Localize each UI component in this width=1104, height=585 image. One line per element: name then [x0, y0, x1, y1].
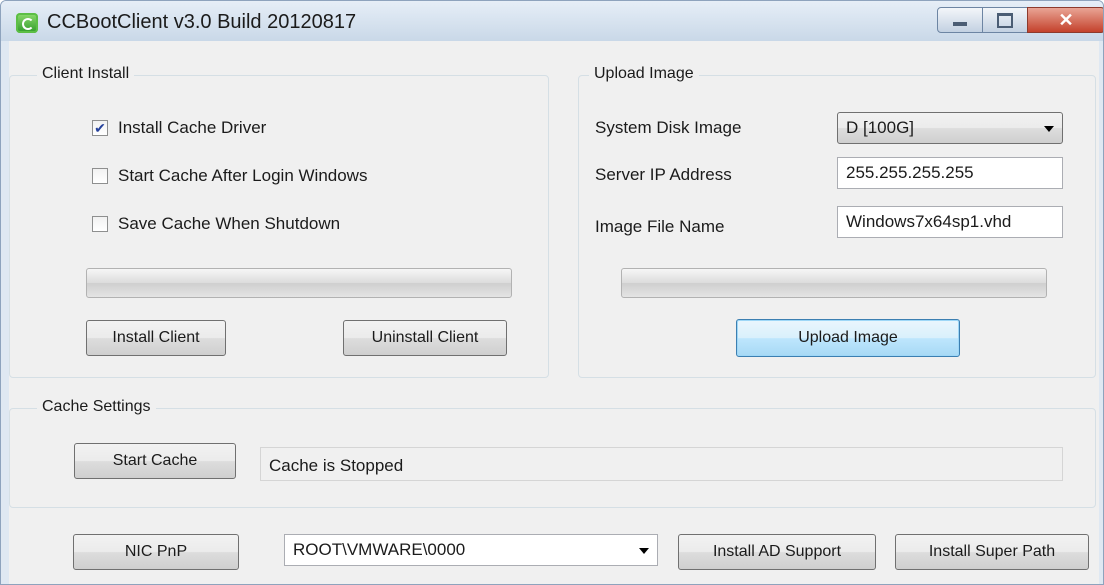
uninstall-client-button[interactable]: Uninstall Client [343, 320, 507, 356]
close-icon: ✕ [1058, 9, 1074, 30]
start-cache-button[interactable]: Start Cache [74, 443, 236, 479]
system-disk-value: D [100G] [846, 118, 915, 137]
install-client-button[interactable]: Install Client [86, 320, 226, 356]
dropdown-arrow-icon [639, 548, 649, 554]
client-install-title: Client Install [37, 65, 135, 83]
upload-progress-bar [621, 268, 1047, 298]
client-install-progress-bar [86, 268, 512, 298]
maximize-button[interactable] [982, 7, 1028, 33]
image-file-name-input[interactable]: Windows7x64sp1.vhd [837, 206, 1063, 238]
upload-image-group: Upload Image System Disk Image D [100G] … [578, 65, 1096, 378]
system-disk-label: System Disk Image [595, 118, 742, 137]
start-cache-after-login-option[interactable]: Start Cache After Login Windows [92, 166, 367, 186]
cache-settings-title: Cache Settings [37, 398, 156, 416]
save-cache-shutdown-label: Save Cache When Shutdown [118, 214, 341, 233]
install-cache-driver-checkbox[interactable]: ✔ [92, 120, 108, 136]
cache-settings-group: Cache Settings Start Cache Cache is Stop… [9, 398, 1096, 508]
upload-image-title: Upload Image [589, 65, 699, 83]
device-select[interactable]: ROOT\VMWARE\0000 [284, 534, 658, 566]
start-cache-after-login-label: Start Cache After Login Windows [118, 166, 368, 185]
cache-status-text: Cache is Stopped [260, 447, 1063, 481]
window-title: CCBootClient v3.0 Build 20120817 [47, 11, 357, 33]
nic-pnp-button[interactable]: NIC PnP [73, 534, 239, 570]
install-ad-support-button[interactable]: Install AD Support [678, 534, 876, 570]
save-cache-shutdown-option[interactable]: Save Cache When Shutdown [92, 214, 340, 234]
image-file-name-label: Image File Name [595, 217, 725, 236]
device-value: ROOT\VMWARE\0000 [293, 540, 466, 559]
app-icon [16, 13, 38, 33]
install-cache-driver-option[interactable]: ✔ Install Cache Driver [92, 118, 266, 138]
server-ip-input[interactable]: 255.255.255.255 [837, 157, 1063, 189]
minimize-button[interactable] [937, 7, 983, 33]
server-ip-label: Server IP Address [595, 165, 732, 184]
title-bar[interactable]: CCBootClient v3.0 Build 20120817 ✕ [1, 1, 1103, 41]
app-window: CCBootClient v3.0 Build 20120817 ✕ Clien… [0, 0, 1104, 585]
client-install-group: Client Install ✔ Install Cache Driver St… [9, 65, 549, 378]
client-area: Client Install ✔ Install Cache Driver St… [9, 41, 1099, 584]
install-super-path-button[interactable]: Install Super Path [895, 534, 1089, 570]
close-button[interactable]: ✕ [1027, 7, 1103, 33]
upload-image-button[interactable]: Upload Image [736, 319, 960, 357]
system-disk-select[interactable]: D [100G] [837, 112, 1063, 144]
install-cache-driver-label: Install Cache Driver [118, 118, 267, 137]
start-cache-after-login-checkbox[interactable] [92, 168, 108, 184]
minimize-icon [953, 22, 967, 26]
dropdown-arrow-icon [1044, 126, 1054, 132]
save-cache-shutdown-checkbox[interactable] [92, 216, 108, 232]
maximize-icon [997, 12, 1013, 28]
